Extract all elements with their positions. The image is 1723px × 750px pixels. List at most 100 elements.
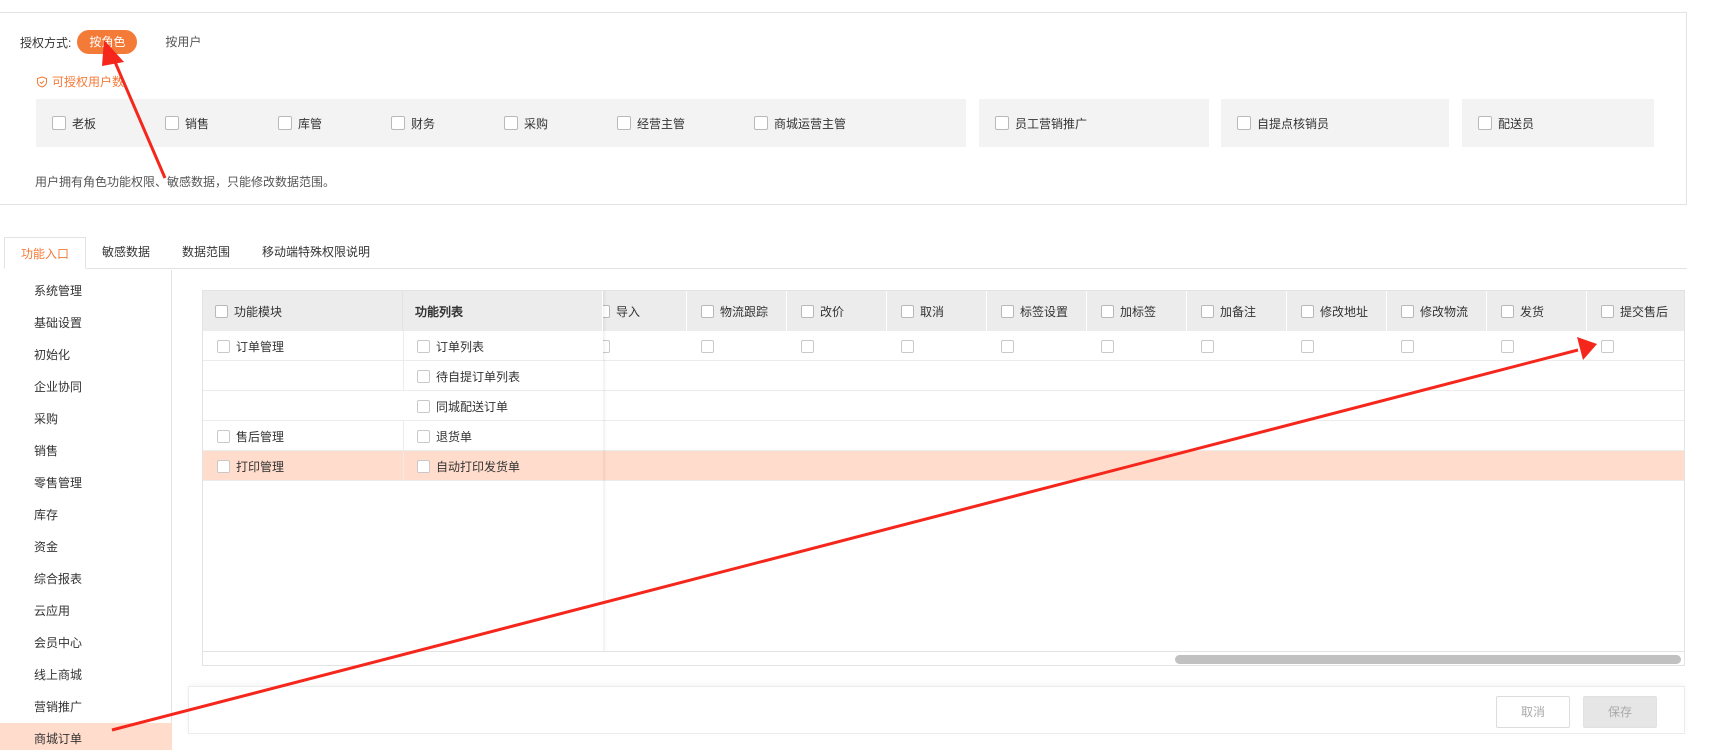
op-checkbox-tag-settings[interactable] [1001,331,1020,361]
checkbox[interactable] [701,304,714,318]
op-checkbox-after-sale[interactable] [1601,331,1620,361]
checkbox[interactable] [1001,339,1014,353]
checkbox[interactable] [1401,304,1414,318]
op-checkbox-add-tag[interactable] [1101,331,1120,361]
checkbox[interactable] [1601,339,1614,353]
checkbox[interactable] [754,116,768,130]
merged-cell-cover [203,361,403,362]
menu-item-basic-settings[interactable]: 基础设置 [0,307,172,339]
checkbox[interactable] [801,304,814,318]
checkbox[interactable] [391,116,405,130]
checkbox[interactable] [165,116,179,130]
op-checkbox-tracking[interactable] [701,331,720,361]
op-checkbox-ship[interactable] [1501,331,1520,361]
role-group-pickup: 自提点核销员 [1221,99,1449,147]
checkbox[interactable] [417,369,430,383]
role-checkbox-purchase[interactable]: 采购 [504,99,548,147]
permission-table: 功能模块 功能列表 导入 物流跟踪 改价 取消 标签设置 加标签 加备注 修改地… [202,290,1685,666]
checkbox[interactable] [217,339,230,353]
tab-mobile-special[interactable]: 移动端特殊权限说明 [246,236,386,268]
role-checkbox-pickup-verifier[interactable]: 自提点核销员 [1237,99,1329,147]
menu-item-system[interactable]: 系统管理 [0,275,172,307]
checkbox[interactable] [1101,339,1114,353]
auth-panel: 授权方式: 按角色 按用户 可授权用户数 老板 销售 库管 财务 采购 经营主管… [0,12,1687,205]
menu-item-inventory[interactable]: 库存 [0,499,172,531]
role-checkbox-mall-ops-manager[interactable]: 商城运营主管 [754,99,846,147]
role-group-main: 老板 销售 库管 财务 采购 经营主管 商城运营主管 [36,99,966,147]
menu-item-member[interactable]: 会员中心 [0,627,172,659]
save-button[interactable]: 保存 [1583,696,1657,728]
menu-item-mall-orders[interactable]: 商城订单 [0,723,172,750]
checkbox[interactable] [417,459,430,473]
menu-item-cloud-apps[interactable]: 云应用 [0,595,172,627]
header-op-ship: 发货 [1487,291,1587,331]
checkbox[interactable] [1301,339,1314,353]
checkbox[interactable] [1101,304,1114,318]
cancel-button[interactable]: 取消 [1496,696,1570,728]
menu-item-purchase[interactable]: 采购 [0,403,172,435]
checkbox[interactable] [417,399,430,413]
op-checkbox-cancel[interactable] [901,331,920,361]
checkbox[interactable] [901,304,914,318]
role-checkbox-warehouse[interactable]: 库管 [278,99,322,147]
checkbox[interactable] [701,339,714,353]
role-checkbox-finance[interactable]: 财务 [391,99,435,147]
checkbox[interactable] [217,429,230,443]
menu-item-marketing[interactable]: 营销推广 [0,691,172,723]
role-checkbox-business-manager[interactable]: 经营主管 [617,99,685,147]
checkbox[interactable] [801,339,814,353]
tab-sensitive-data[interactable]: 敏感数据 [86,236,166,268]
row-function-cell: 订单列表 [417,331,484,361]
fixed-column-footer [203,651,603,665]
role-checkbox-delivery[interactable]: 配送员 [1478,99,1534,147]
menu-item-collab[interactable]: 企业协同 [0,371,172,403]
role-group-delivery: 配送员 [1462,99,1654,147]
op-checkbox-edit-address[interactable] [1301,331,1320,361]
role-checkbox-sales[interactable]: 销售 [165,99,209,147]
shield-icon [37,75,47,88]
checkbox[interactable] [417,339,430,353]
checkbox[interactable] [504,116,518,130]
header-op-add-tag: 加标签 [1087,291,1187,331]
authorizable-users-hint: 可授权用户数 [36,73,124,90]
checkbox[interactable] [1237,116,1251,130]
checkbox[interactable] [1301,304,1314,318]
checkbox[interactable] [215,304,228,318]
checkbox[interactable] [617,116,631,130]
row-function-cell: 自动打印发货单 [417,451,520,481]
op-checkbox-edit-logistics[interactable] [1401,331,1420,361]
checkbox[interactable] [52,116,66,130]
checkbox[interactable] [417,429,430,443]
checkbox[interactable] [1478,116,1492,130]
mode-by-user-button[interactable]: 按用户 [153,30,213,54]
role-checkbox-staff-marketing[interactable]: 员工营销推广 [995,99,1087,147]
menu-item-retail[interactable]: 零售管理 [0,467,172,499]
menu-item-sales[interactable]: 销售 [0,435,172,467]
header-op-add-note: 加备注 [1187,291,1287,331]
role-checkbox-boss[interactable]: 老板 [52,99,96,147]
tab-function-entry[interactable]: 功能入口 [4,237,87,269]
checkbox[interactable] [1501,339,1514,353]
menu-item-reports[interactable]: 综合报表 [0,563,172,595]
op-checkbox-reprice[interactable] [801,331,820,361]
menu-item-init[interactable]: 初始化 [0,339,172,371]
menu-item-online-mall[interactable]: 线上商城 [0,659,172,691]
header-op-tag-settings: 标签设置 [987,291,1087,331]
checkbox[interactable] [1401,339,1414,353]
menu-item-funds[interactable]: 资金 [0,531,172,563]
checkbox[interactable] [995,116,1009,130]
checkbox[interactable] [1201,304,1214,318]
horizontal-scrollbar-thumb[interactable] [1175,655,1681,664]
tab-data-range[interactable]: 数据范围 [166,236,246,268]
checkbox[interactable] [217,459,230,473]
checkbox[interactable] [1001,304,1014,318]
fixed-column-shadow [603,291,607,651]
checkbox[interactable] [1201,339,1214,353]
authorizable-users-text: 可授权用户数 [52,75,125,89]
op-checkbox-add-note[interactable] [1201,331,1220,361]
checkbox[interactable] [278,116,292,130]
checkbox[interactable] [1501,304,1514,318]
checkbox[interactable] [901,339,914,353]
checkbox[interactable] [1601,304,1614,318]
mode-by-role-button[interactable]: 按角色 [77,30,138,54]
